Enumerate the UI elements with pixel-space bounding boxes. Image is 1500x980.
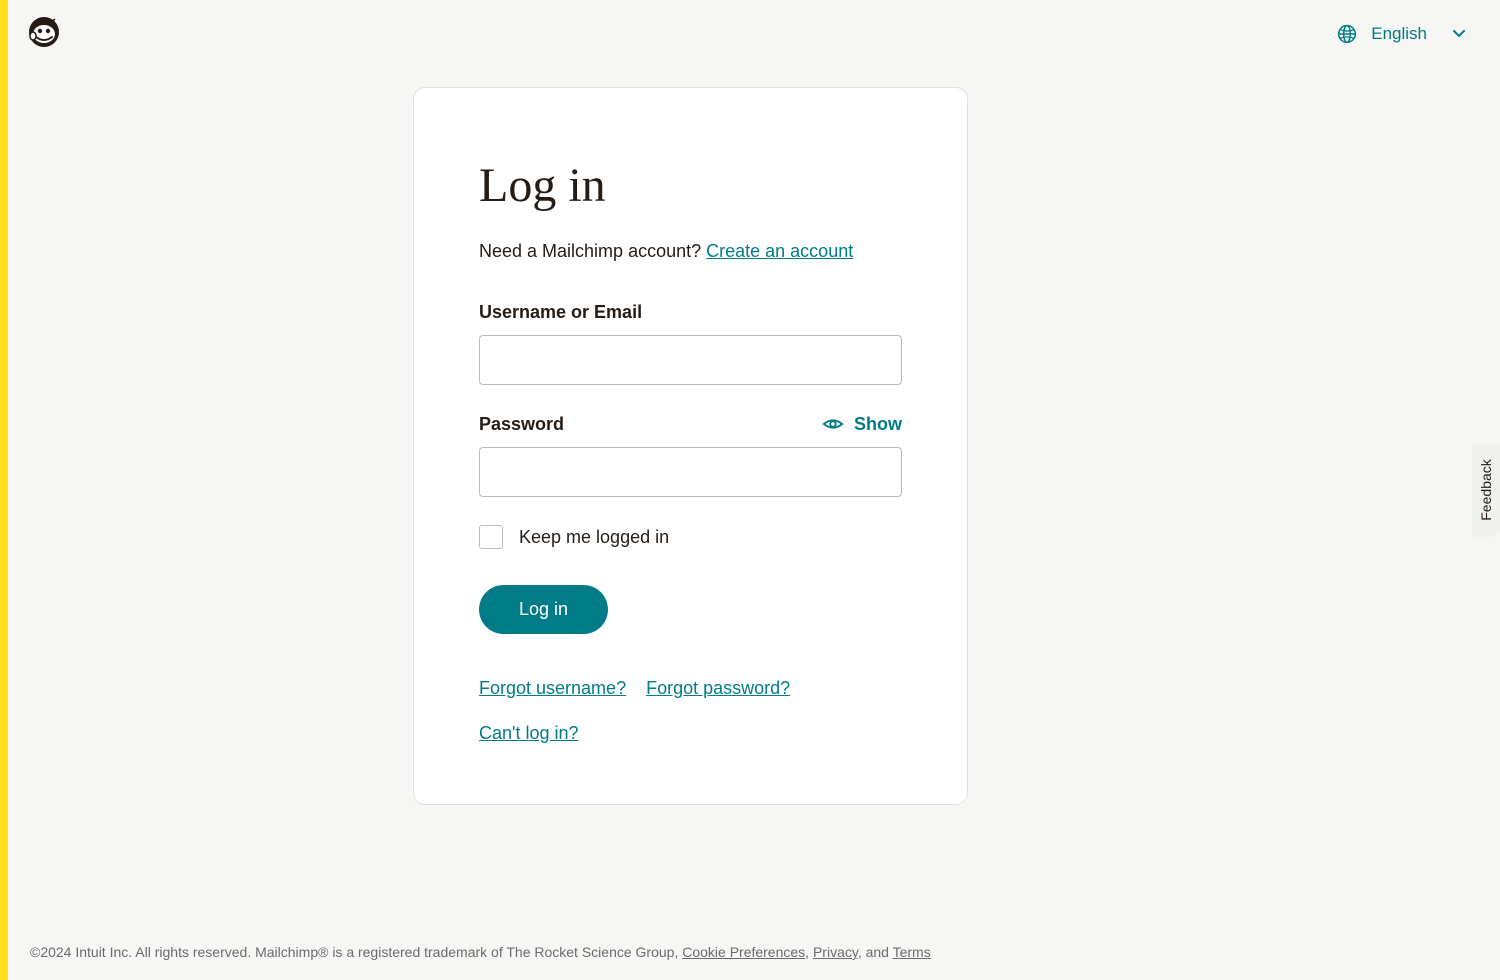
signup-prompt-text: Need a Mailchimp account? [479,241,706,261]
cant-login-link[interactable]: Can't log in? [479,723,579,743]
mailchimp-logo[interactable] [24,10,64,50]
globe-icon [1337,24,1357,44]
footer-sep2: , and [858,944,893,960]
eye-icon [822,413,844,435]
language-label: English [1371,24,1427,44]
keep-logged-in-row: Keep me logged in [479,525,902,549]
cookie-preferences-link[interactable]: Cookie Preferences [682,944,805,960]
password-group: Password Show [479,413,902,497]
username-input[interactable] [479,335,902,385]
footer: ©2024 Intuit Inc. All rights reserved. M… [30,944,1470,960]
username-label: Username or Email [479,302,642,323]
forgot-password-link[interactable]: Forgot password? [646,678,790,699]
forgot-username-link[interactable]: Forgot username? [479,678,626,699]
terms-link[interactable]: Terms [893,944,931,960]
page-title: Log in [479,158,902,213]
create-account-link[interactable]: Create an account [706,241,853,261]
show-password-label: Show [854,414,902,435]
login-button[interactable]: Log in [479,585,608,634]
mailchimp-logo-icon [24,10,64,50]
language-selector[interactable]: English [1337,24,1465,44]
keep-logged-in-label: Keep me logged in [519,527,669,548]
keep-logged-in-checkbox[interactable] [479,525,503,549]
privacy-link[interactable]: Privacy [813,944,858,960]
chevron-down-icon [1453,30,1465,38]
password-input[interactable] [479,447,902,497]
signup-prompt: Need a Mailchimp account? Create an acco… [479,241,902,262]
footer-sep1: , [805,944,813,960]
login-card: Log in Need a Mailchimp account? Create … [413,87,968,805]
copyright-text: ©2024 Intuit Inc. All rights reserved. M… [30,944,682,960]
password-label: Password [479,414,564,435]
username-group: Username or Email [479,302,902,385]
show-password-toggle[interactable]: Show [822,413,902,435]
recovery-links: Forgot username? Forgot password? [479,678,902,699]
accent-left-bar [0,0,8,980]
feedback-tab[interactable]: Feedback [1472,443,1500,536]
